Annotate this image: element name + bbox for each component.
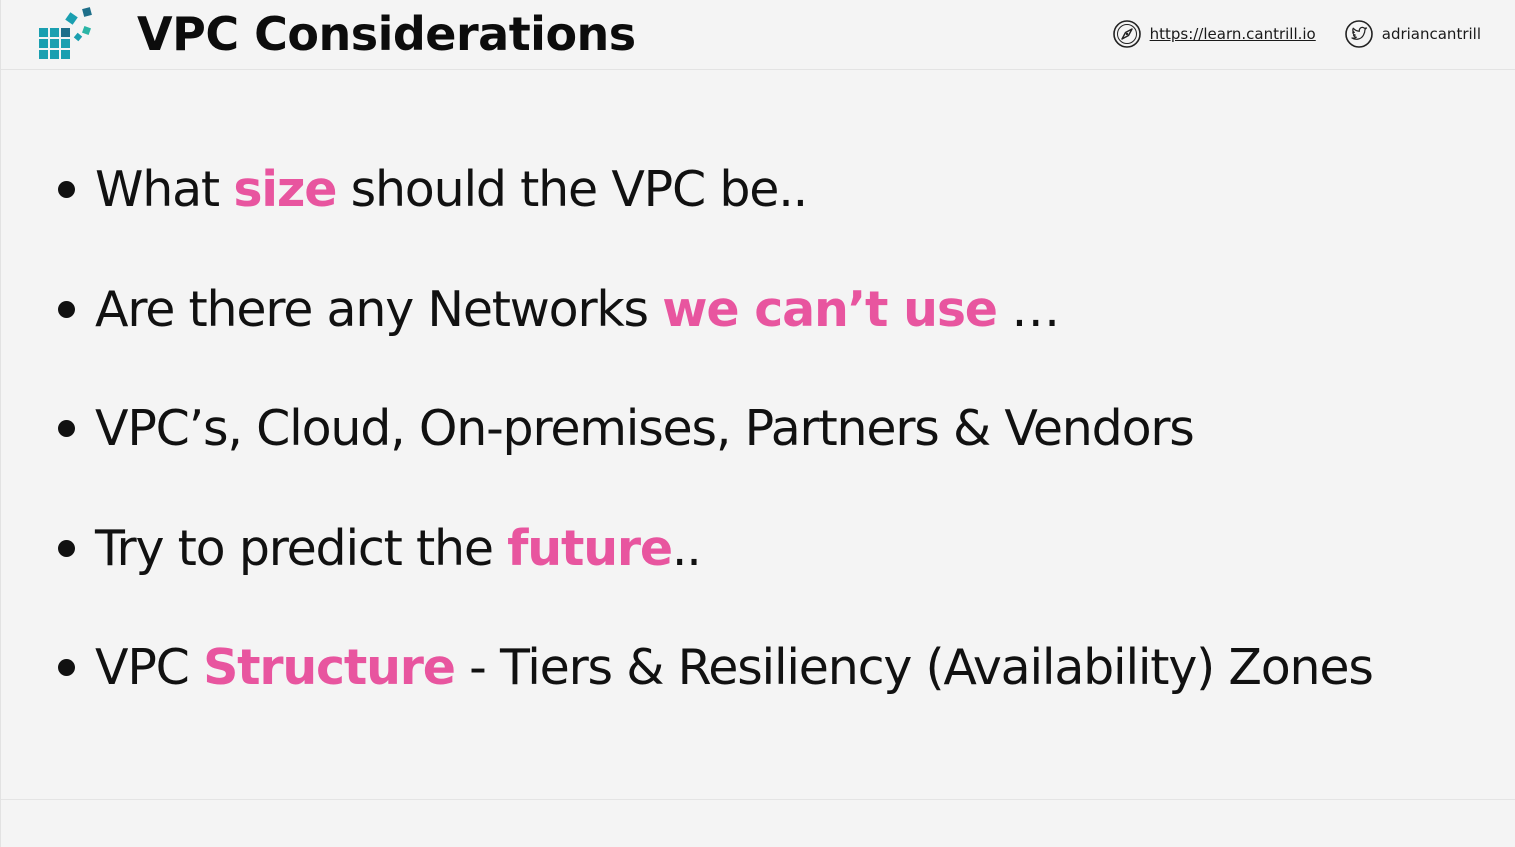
highlight-text: Structure [203,639,456,697]
bullet-item: VPC Structure - Tiers & Resiliency (Avai… [53,608,1374,728]
bullet-text: VPC’s, Cloud, On-premises, Partners & Ve… [95,400,1195,458]
highlight-text: future [507,519,673,577]
bullet-dot [58,539,75,557]
bullet-item: VPC’s, Cloud, On-premises, Partners & Ve… [53,369,1373,489]
twitter-bird-icon [1344,19,1374,49]
bullet-text: What size should the VPC be.. [95,161,808,219]
bullet-dot [58,420,75,438]
bullet-item: Try to predict the future.. [53,489,1373,609]
website-link[interactable]: https://learn.cantrill.io [1112,19,1316,49]
highlight-text: size [233,161,337,219]
page-title: VPC Considerations [137,7,636,61]
footer-divider [1,799,1515,800]
cantrill-logo-icon [37,6,95,62]
compass-icon [1112,19,1142,49]
bullet-dot [58,659,75,677]
slide-header: VPC Considerations https://learn.cantril… [1,0,1515,70]
bullet-text: Are there any Networks we can’t use … [95,280,1060,338]
bullet-item: What size should the VPC be.. [53,130,1373,250]
header-links: https://learn.cantrill.io adriancantrill [1112,18,1481,50]
bullet-text: Try to predict the future.. [95,519,702,577]
twitter-handle[interactable]: adriancantrill [1382,25,1481,43]
website-url[interactable]: https://learn.cantrill.io [1150,25,1316,43]
bullet-list: What size should the VPC be.. Are there … [53,130,1374,728]
bullet-dot [58,181,75,199]
bullet-text: VPC Structure - Tiers & Resiliency (Avai… [95,639,1374,697]
highlight-text: we can’t use [662,280,998,338]
bullet-dot [58,300,75,318]
twitter-link[interactable]: adriancantrill [1344,19,1481,49]
slide: VPC Considerations https://learn.cantril… [0,0,1515,847]
bullet-item: Are there any Networks we can’t use … [53,250,1373,370]
